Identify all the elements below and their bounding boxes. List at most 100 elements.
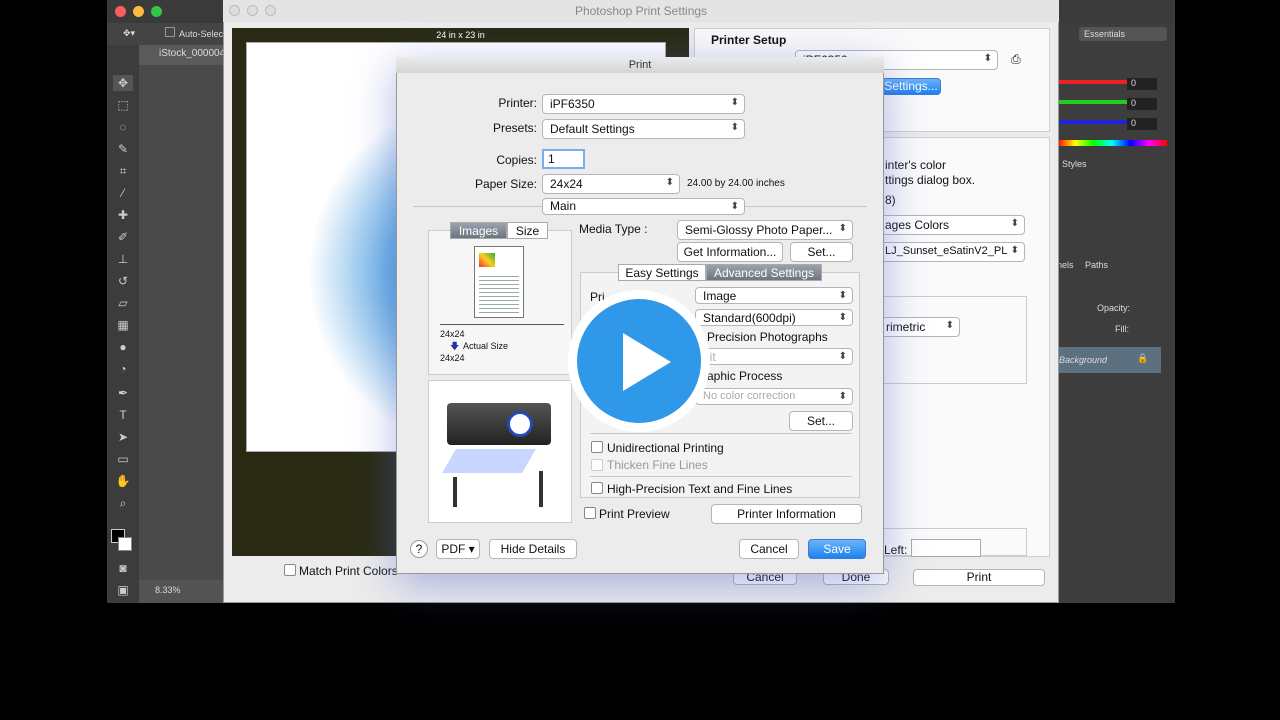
background-color-swatch[interactable] [118,537,132,551]
type-tool-icon[interactable]: T [113,407,133,423]
panel-section-select[interactable]: Main [542,198,745,215]
media-type-label: Media Type : [579,222,648,236]
print-preview-label: Print Preview [599,507,670,521]
tab-easy-settings[interactable]: Easy Settings [618,264,706,281]
printer-add-icon[interactable]: ⎙ [1011,52,1021,67]
blue-slider[interactable] [1059,120,1135,124]
hide-details-button[interactable]: Hide Details [489,539,577,559]
precision-photographs-option[interactable]: Precision Photographs [707,330,828,344]
graphic-process-option[interactable]: aphic Process [707,369,782,383]
rendering-intent-select[interactable]: rimetric [878,317,960,337]
stamp-tool-icon[interactable]: ⊥ [113,251,133,267]
zoom-window-button[interactable] [151,6,162,17]
preview-size-label: 24 in x 23 in [436,30,485,40]
zoom-tool-icon[interactable]: ⌕ [113,495,133,511]
pen-tool-icon[interactable]: ✒ [113,385,133,401]
help-button[interactable]: ? [410,540,428,558]
channels-panel-tab[interactable]: nels [1057,260,1074,270]
crop-tool-icon[interactable]: ⌗ [113,163,133,179]
close-window-button[interactable] [115,6,126,17]
opacity-label: Opacity: [1097,303,1131,313]
tab-images[interactable]: Images [450,222,507,239]
marquee-tool-icon[interactable]: ⬚ [113,97,133,113]
paths-panel-tab[interactable]: Paths [1085,260,1108,270]
print-preview-checkbox[interactable] [584,507,596,519]
brush-tool-icon[interactable]: ✐ [113,229,133,245]
gradient-tool-icon[interactable]: ▦ [113,317,133,333]
blue-value[interactable]: 0 [1127,118,1157,130]
color-correction-select[interactable]: No color correction [695,388,853,405]
printer-leg-left [453,477,457,507]
bit-depth-select[interactable]: bit [695,348,853,365]
print-quality-select[interactable]: Standard(600dpi) [695,309,853,326]
presets-select[interactable]: Default Settings [542,119,745,139]
pps-close-button[interactable] [229,5,240,16]
play-button-fill[interactable] [577,299,701,423]
printer-select[interactable]: iPF6350 [542,94,745,114]
thicken-lines-checkbox[interactable] [591,459,603,471]
eraser-tool-icon[interactable]: ▱ [113,295,133,311]
eyedropper-tool-icon[interactable]: ⁄ [113,185,133,201]
left-input[interactable] [911,539,981,557]
minimize-window-button[interactable] [133,6,144,17]
color-text-1: inter's color [885,158,946,172]
left-label: Left: [884,543,908,557]
play-icon [623,333,671,391]
color-handling-select[interactable]: ages Colors [877,215,1025,235]
red-slider[interactable] [1059,80,1135,84]
priority-select[interactable]: Image [695,287,853,304]
unidirectional-checkbox[interactable] [591,441,603,453]
pps-minimize-button[interactable] [247,5,258,16]
dodge-tool-icon[interactable]: ◔ [113,361,133,377]
printer-profile-select[interactable]: LJ_Sunset_eSatinV2_PL [877,242,1025,262]
lock-icon: 🔒 [1137,353,1149,363]
cancel-button[interactable]: Cancel [739,539,799,559]
media-set-button[interactable]: Set... [790,242,853,262]
document-tab[interactable]: iStock_000004 [139,45,225,65]
blur-tool-icon[interactable]: ● [113,339,133,355]
save-button[interactable]: Save [808,539,866,559]
pps-window-title: Photoshop Print Settings [574,4,708,18]
quick-mask-icon[interactable]: ◙ [113,560,133,576]
lasso-tool-icon[interactable]: ◌ [113,119,133,135]
styles-panel-tab[interactable]: Styles [1062,159,1087,169]
paper-size-description: 24.00 by 24.00 inches [687,178,785,189]
position-box: Left: [877,528,1027,557]
green-slider[interactable] [1059,100,1135,104]
green-value[interactable]: 0 [1127,98,1157,110]
layer-name: Background [1059,355,1108,365]
quick-select-tool-icon[interactable]: ✎ [113,141,133,157]
color-set-button[interactable]: Set... [789,411,853,431]
auto-select-checkbox[interactable] [165,27,175,37]
healing-tool-icon[interactable]: ✚ [113,207,133,223]
pps-zoom-button[interactable] [265,5,276,16]
match-print-colors-checkbox[interactable] [284,564,296,576]
red-value[interactable]: 0 [1127,78,1157,90]
media-type-select[interactable]: Semi-Glossy Photo Paper... [677,220,853,240]
thumbnail-divider [440,324,564,325]
printer-information-button[interactable]: Printer Information [711,504,862,524]
thumbnail-image [479,253,495,267]
move-tool-icon[interactable]: ✥ [113,75,133,91]
print-settings-button[interactable]: Settings... [881,78,941,95]
thicken-lines-label: Thicken Fine Lines [607,458,708,472]
shape-tool-icon[interactable]: ▭ [113,451,133,467]
copies-label: Copies: [496,153,537,167]
paper-size-select[interactable]: 24x24 [542,174,680,194]
copies-input[interactable]: 1 [542,149,585,169]
path-select-tool-icon[interactable]: ➤ [113,429,133,445]
color-spectrum-bar[interactable] [1057,140,1167,146]
get-information-button[interactable]: Get Information... [677,242,783,262]
pps-print-button[interactable]: Print [913,569,1045,586]
move-tool-icon[interactable]: ✥▾ [123,28,135,39]
screen-mode-icon[interactable]: ▣ [113,582,133,598]
high-precision-checkbox[interactable] [591,482,603,494]
tab-advanced-settings[interactable]: Advanced Settings [706,264,822,281]
layer-row[interactable]: Background 🔒 [1057,347,1161,373]
workspace-select[interactable]: Essentials [1079,27,1167,41]
hand-tool-icon[interactable]: ✋ [113,473,133,489]
printer-roll-icon [507,411,533,437]
tab-size[interactable]: Size [507,222,548,239]
pdf-menu-button[interactable]: PDF ▾ [436,539,480,559]
history-brush-tool-icon[interactable]: ↺ [113,273,133,289]
